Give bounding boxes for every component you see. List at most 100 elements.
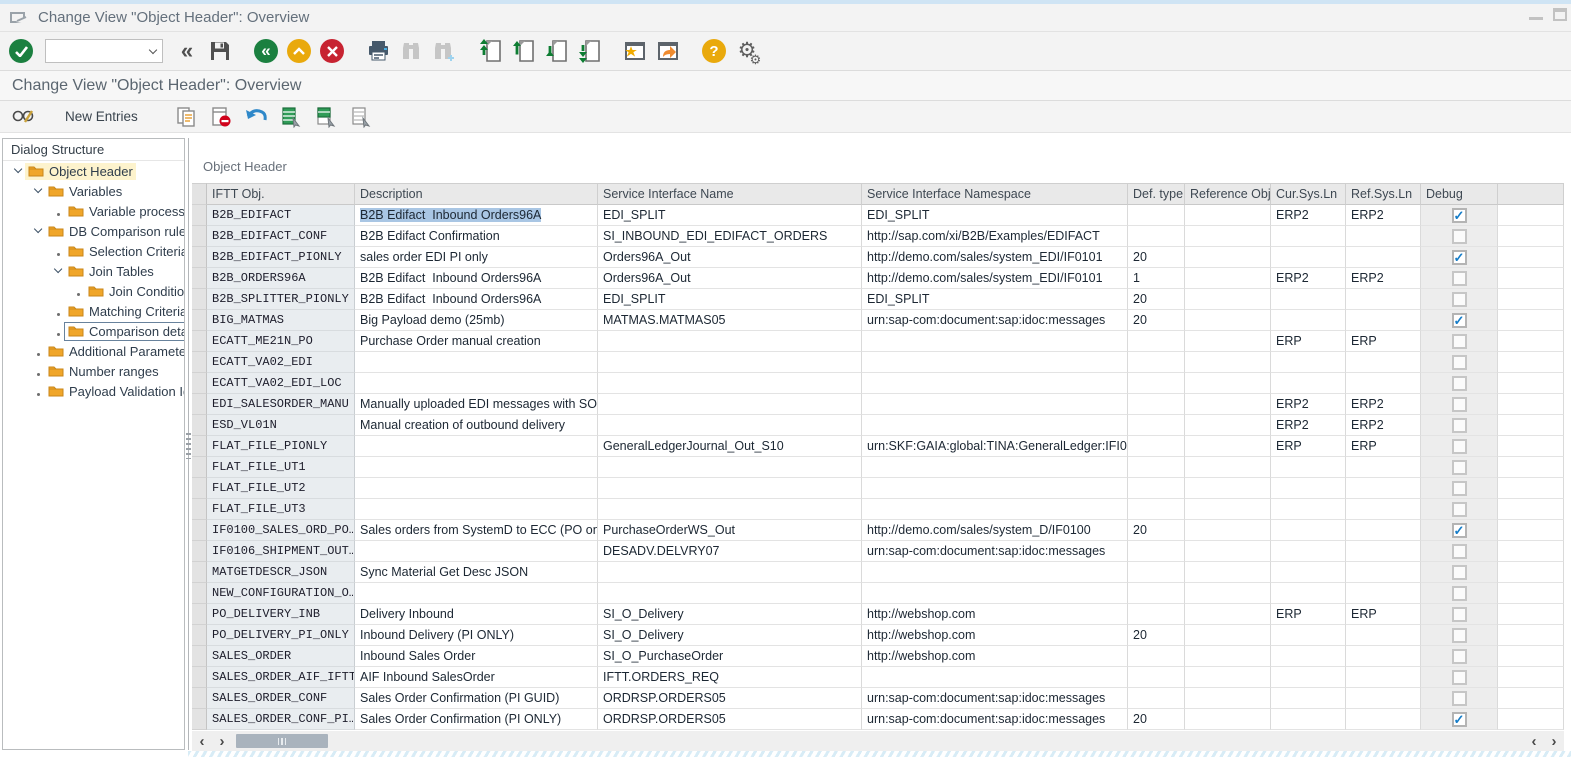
enter-button[interactable]: [8, 38, 34, 64]
last-page-button[interactable]: [576, 38, 602, 64]
cell-si_ns[interactable]: EDI_SPLIT: [862, 205, 1128, 226]
cell-cur[interactable]: ERP2: [1271, 205, 1346, 226]
checkbox-unchecked-icon[interactable]: [1452, 628, 1467, 643]
cell-def_type[interactable]: [1128, 499, 1185, 520]
column-header[interactable]: Service Interface Namespace: [862, 183, 1128, 205]
cell-cur[interactable]: [1271, 478, 1346, 499]
cell-def_type[interactable]: 20: [1128, 625, 1185, 646]
checkbox-unchecked-icon[interactable]: [1452, 292, 1467, 307]
cell-ref[interactable]: [1346, 688, 1421, 709]
cell-cur[interactable]: [1271, 646, 1346, 667]
cell-si_ns[interactable]: [862, 373, 1128, 394]
cell-desc[interactable]: Big Payload demo (25mb): [355, 310, 598, 331]
cell-ref[interactable]: [1346, 709, 1421, 730]
checkbox-unchecked-icon[interactable]: [1452, 565, 1467, 580]
cell-desc[interactable]: Inbound Sales Order: [355, 646, 598, 667]
cell-desc[interactable]: Manually uploaded EDI messages with SO: [355, 394, 598, 415]
column-header[interactable]: Ref.Sys.Ln: [1346, 183, 1421, 205]
cell-ref[interactable]: [1346, 625, 1421, 646]
cell-si_ns[interactable]: http://webshop.com: [862, 604, 1128, 625]
cell-cur[interactable]: [1271, 625, 1346, 646]
cell-si_name[interactable]: DESADV.DELVRY07: [598, 541, 862, 562]
debug-checkbox[interactable]: [1421, 625, 1498, 646]
cell-ref[interactable]: [1346, 457, 1421, 478]
cell-si_name[interactable]: [598, 352, 862, 373]
row-selector[interactable]: [192, 247, 207, 268]
cell-si_name[interactable]: SI_O_Delivery: [598, 604, 862, 625]
cell-si_ns[interactable]: [862, 331, 1128, 352]
checkbox-unchecked-icon[interactable]: [1452, 355, 1467, 370]
cell-si_ns[interactable]: [862, 499, 1128, 520]
cell-obj[interactable]: MATGETDESCR_JSON: [207, 562, 355, 583]
cell-obj[interactable]: IF0106_SHIPMENT_OUT…: [207, 541, 355, 562]
customize-layout-button[interactable]: ⚙⚙: [734, 38, 760, 64]
scroll-right-end-button[interactable]: ›: [1544, 731, 1564, 751]
tree-item[interactable]: Variable processing: [3, 201, 184, 221]
cell-ref[interactable]: ERP: [1346, 331, 1421, 352]
cell-desc[interactable]: [355, 478, 598, 499]
cell-ref[interactable]: ERP: [1346, 436, 1421, 457]
cell-si_name[interactable]: EDI_SPLIT: [598, 205, 862, 226]
row-selector[interactable]: [192, 226, 207, 247]
cell-obj[interactable]: SALES_ORDER: [207, 646, 355, 667]
cell-si_name[interactable]: IFTT.ORDERS_REQ: [598, 667, 862, 688]
cell-obj[interactable]: B2B_ORDERS96A: [207, 268, 355, 289]
scroll-left-button[interactable]: ‹: [192, 731, 212, 751]
tree-item[interactable]: Number ranges: [3, 361, 184, 381]
cell-desc[interactable]: AIF Inbound SalesOrder: [355, 667, 598, 688]
row-selector[interactable]: [192, 205, 207, 226]
cell-def_type[interactable]: [1128, 583, 1185, 604]
row-selector[interactable]: [192, 415, 207, 436]
cell-ref_obj[interactable]: [1185, 709, 1271, 730]
debug-checkbox[interactable]: ✓: [1421, 520, 1498, 541]
cell-si_ns[interactable]: urn:sap-com:document:sap:idoc:messages: [862, 541, 1128, 562]
cell-si_name[interactable]: [598, 331, 862, 352]
cell-obj[interactable]: SALES_ORDER_AIF_IFTT: [207, 667, 355, 688]
debug-checkbox[interactable]: [1421, 667, 1498, 688]
cell-si_ns[interactable]: http://demo.com/sales/system_EDI/IF0101: [862, 268, 1128, 289]
row-selector[interactable]: [192, 583, 207, 604]
new-entries-button[interactable]: New Entries: [65, 109, 138, 124]
debug-checkbox[interactable]: [1421, 226, 1498, 247]
checkbox-checked-icon[interactable]: ✓: [1452, 523, 1467, 538]
cell-ref_obj[interactable]: [1185, 205, 1271, 226]
cell-def_type[interactable]: [1128, 226, 1185, 247]
debug-checkbox[interactable]: [1421, 436, 1498, 457]
cell-ref[interactable]: ERP2: [1346, 205, 1421, 226]
cell-desc[interactable]: Inbound Delivery (PI ONLY): [355, 625, 598, 646]
tree-expander-icon[interactable]: [51, 264, 65, 279]
row-selector[interactable]: [192, 478, 207, 499]
cell-ref[interactable]: ERP2: [1346, 415, 1421, 436]
cell-desc[interactable]: [355, 541, 598, 562]
cell-obj[interactable]: ECATT_VA02_EDI_LOC: [207, 373, 355, 394]
cell-si_ns[interactable]: http://webshop.com: [862, 646, 1128, 667]
cell-desc[interactable]: Sales orders from SystemD to ECC (PO onl…: [355, 520, 598, 541]
row-selector[interactable]: [192, 625, 207, 646]
column-header[interactable]: Def. type: [1128, 183, 1185, 205]
cell-obj[interactable]: ECATT_ME21N_PO: [207, 331, 355, 352]
row-selector[interactable]: [192, 373, 207, 394]
cell-si_ns[interactable]: [862, 562, 1128, 583]
cell-cur[interactable]: ERP: [1271, 604, 1346, 625]
checkbox-unchecked-icon[interactable]: [1452, 397, 1467, 412]
save-button[interactable]: [207, 38, 233, 64]
cell-def_type[interactable]: [1128, 394, 1185, 415]
checkbox-checked-icon[interactable]: ✓: [1452, 712, 1467, 727]
debug-checkbox[interactable]: [1421, 415, 1498, 436]
cell-si_name[interactable]: [598, 583, 862, 604]
cell-si_name[interactable]: [598, 415, 862, 436]
cell-ref_obj[interactable]: [1185, 541, 1271, 562]
delete-row-button[interactable]: [208, 104, 234, 130]
cell-si_name[interactable]: [598, 457, 862, 478]
cell-obj[interactable]: PO_DELIVERY_PI_ONLY: [207, 625, 355, 646]
cell-ref_obj[interactable]: [1185, 289, 1271, 310]
tree-item[interactable]: Matching Criteria: [3, 301, 184, 321]
debug-checkbox[interactable]: [1421, 562, 1498, 583]
cell-obj[interactable]: ECATT_VA02_EDI: [207, 352, 355, 373]
tree-expander-icon[interactable]: [31, 184, 45, 199]
cell-ref[interactable]: [1346, 562, 1421, 583]
help-button[interactable]: ?: [701, 38, 727, 64]
cell-cur[interactable]: [1271, 709, 1346, 730]
cell-def_type[interactable]: [1128, 331, 1185, 352]
cell-ref_obj[interactable]: [1185, 415, 1271, 436]
